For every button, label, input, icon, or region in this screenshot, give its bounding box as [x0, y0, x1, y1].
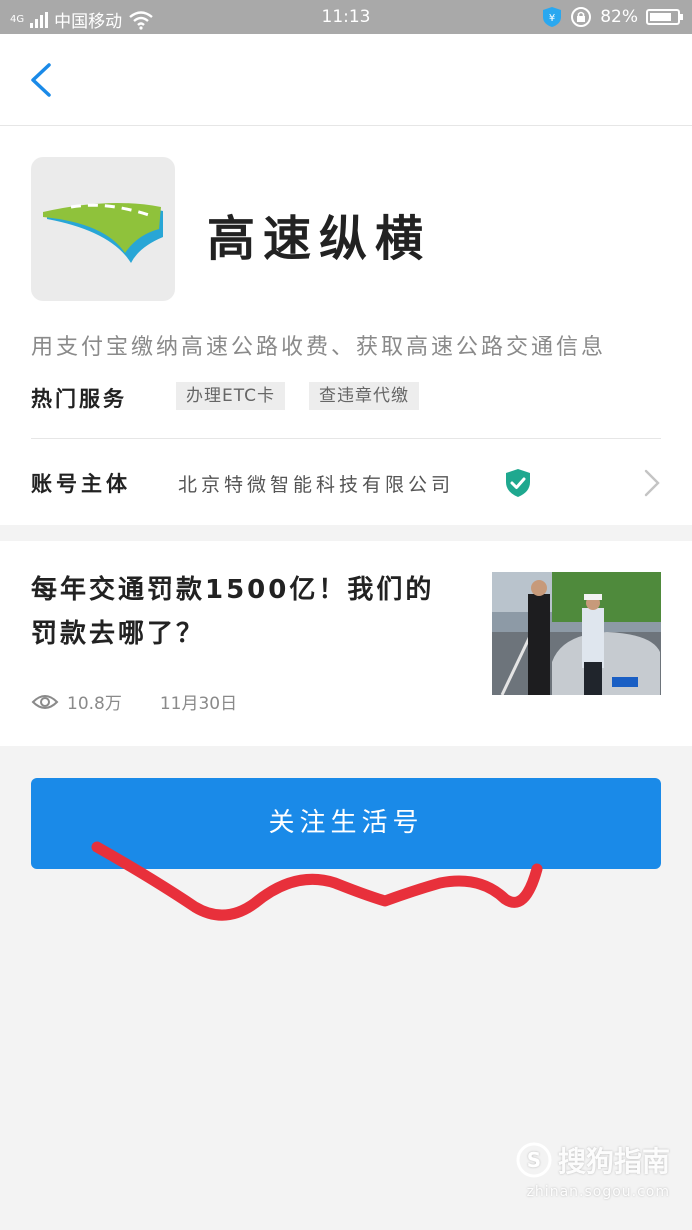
publish-date: 11月30日 [159, 694, 238, 714]
traffic-police-photo [492, 572, 661, 695]
svg-text:S: S [527, 1148, 541, 1172]
watermark-url: zhinan.sogou.com [526, 1184, 670, 1200]
view-count: 10.8万 [67, 694, 122, 714]
watermark-brand: 搜狗指南 [557, 1145, 670, 1178]
hot-services-label: 热门服务 [31, 387, 127, 411]
follow-life-account-button[interactable]: 关注生活号 [31, 778, 661, 869]
service-tag-etc[interactable]: 办理ETC卡 [176, 382, 285, 410]
app-description: 用支付宝缴纳高速公路收费、获取高速公路交通信息 [31, 335, 607, 360]
article-card[interactable]: 每年交通罚款1500亿！我们的罚款去哪了？ 10.8万 11月30日 [0, 541, 692, 746]
article-meta: 10.8万 11月30日 [31, 689, 237, 714]
battery-percent: 82% [600, 7, 638, 27]
eye-icon [31, 694, 59, 709]
status-bar: 4G 中国移动 11:13 ¥ 82% [0, 0, 692, 34]
account-entity-label: 账号主体 [31, 472, 131, 496]
sogou-watermark: S 搜狗指南 zhinan.sogou.com [516, 1140, 670, 1200]
rotation-lock-icon [571, 7, 592, 27]
divider [31, 438, 661, 439]
highway-logo-icon [43, 203, 163, 263]
security-shield-icon: ¥ [543, 7, 562, 27]
app-logo [31, 157, 175, 301]
app-name: 高速纵横 [207, 211, 432, 267]
service-tag-violation[interactable]: 查违章代缴 [309, 382, 419, 410]
battery-icon [646, 9, 683, 25]
navigation-bar [0, 34, 692, 126]
article-title[interactable]: 每年交通罚款1500亿！我们的罚款去哪了？ [31, 568, 461, 656]
sogou-logo-icon: S [516, 1142, 552, 1178]
account-entity-name[interactable]: 北京特微智能科技有限公司 [178, 470, 454, 497]
svg-text:¥: ¥ [549, 13, 555, 24]
verified-shield-icon [506, 469, 530, 497]
chevron-right-icon[interactable] [642, 468, 662, 498]
article-thumbnail[interactable] [492, 572, 661, 695]
life-account-profile: 高速纵横 用支付宝缴纳高速公路收费、获取高速公路交通信息 热门服务 办理ETC卡… [0, 126, 692, 525]
back-icon[interactable] [28, 62, 54, 98]
